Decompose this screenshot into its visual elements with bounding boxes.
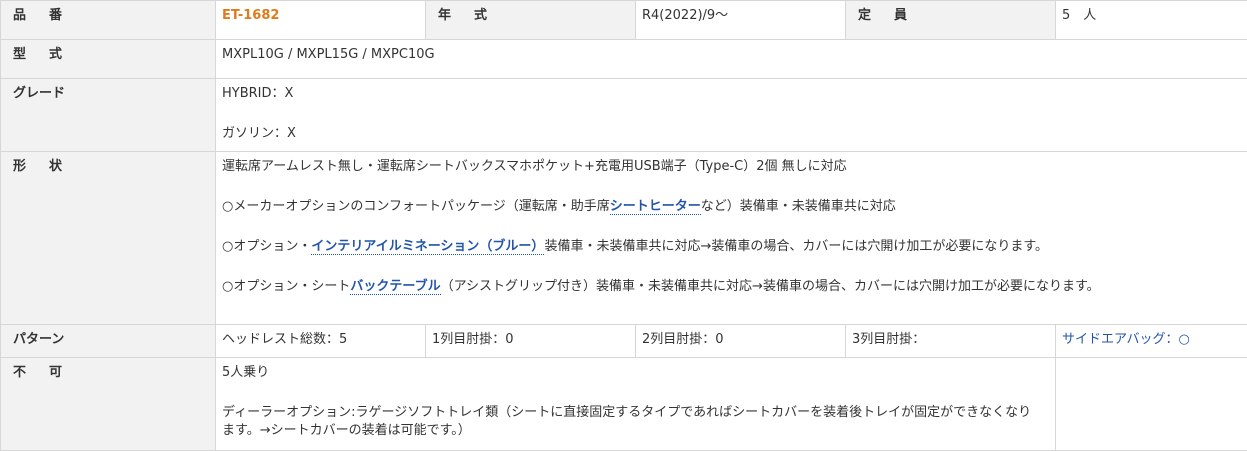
armrest-row3: 3列目肘掛： xyxy=(846,325,1056,358)
katashiki-value: MXPL10G / MXPL15G / MXPC10G xyxy=(216,40,1247,79)
teiin-value: 5 人 xyxy=(1056,1,1247,40)
keijou-line3: ○オプション・インテリアイルミネーション（ブルー）装備車・未装備車共に対応→装備… xyxy=(222,238,1241,256)
teiin-label-b: 員 xyxy=(894,8,907,23)
hinban-value: ET-1682 xyxy=(216,1,426,40)
hinban-label: 品番 xyxy=(1,1,216,40)
keijou-value: 運転席アームレスト無し・運転席シートバックスマホポケット+充電用USB端子（Ty… xyxy=(216,152,1247,325)
keijou-line4-pre: ○オプション・シート xyxy=(222,279,350,294)
keijou-label-a: 形 xyxy=(13,158,49,176)
keijou-line3-pre: ○オプション・ xyxy=(222,239,311,254)
keijou-label: 形状 xyxy=(1,152,216,325)
fuka-label-b: 可 xyxy=(49,365,62,380)
armrest-row2: 2列目肘掛：0 xyxy=(636,325,846,358)
pattern-label: パターン xyxy=(1,325,216,358)
teiin-label-a: 定 xyxy=(858,7,894,25)
teiin-label: 定員 xyxy=(846,1,1056,40)
nenshiki-value: R4(2022)/9～ xyxy=(636,1,846,40)
seat-heater-link[interactable]: シートヒーター xyxy=(610,199,701,215)
keijou-line4: ○オプション・シートバックテーブル（アシストグリップ付き）装備車・未装備車共に対… xyxy=(222,278,1241,296)
katashiki-label-b: 式 xyxy=(49,47,62,62)
katashiki-label: 型式 xyxy=(1,40,216,79)
back-table-link[interactable]: バックテーブル xyxy=(350,279,440,295)
hinban-label-b: 番 xyxy=(49,8,62,23)
side-airbag-label: サイドエアバッグ：○ xyxy=(1062,332,1190,347)
fuka-empty xyxy=(1056,358,1247,451)
keijou-line3-post: 装備車・未装備車共に対応→装備車の場合、カバーには穴開け加工が必要になります。 xyxy=(544,239,1048,254)
fuka-label-a: 不 xyxy=(13,364,49,382)
keijou-line2: ○メーカーオプションのコンフォートパッケージ（運転席・助手席シートヒーターなど）… xyxy=(222,198,1241,216)
keijou-line2-post: など）装備車・未装備車共に対応 xyxy=(701,199,896,214)
grade-gasoline: ガソリン：X xyxy=(222,125,1241,143)
product-code: ET-1682 xyxy=(222,8,279,23)
grade-hybrid: HYBRID：X xyxy=(222,85,1241,103)
armrest-row1: 1列目肘掛：0 xyxy=(426,325,636,358)
keijou-label-b: 状 xyxy=(49,159,62,174)
keijou-line1: 運転席アームレスト無し・運転席シートバックスマホポケット+充電用USB端子（Ty… xyxy=(222,158,1241,176)
grade-label: グレード xyxy=(1,79,216,152)
katashiki-label-a: 型 xyxy=(13,46,49,64)
fuka-value: 5人乗り ディーラーオプション:ラゲージソフトトレイ類（シートに直接固定するタイ… xyxy=(216,358,1056,451)
headrest-count: ヘッドレスト総数：5 xyxy=(216,325,426,358)
keijou-line4-post: （アシストグリップ付き）装備車・未装備車共に対応→装備車の場合、カバーには穴開け… xyxy=(441,279,1100,294)
grade-value: HYBRID：X ガソリン：X xyxy=(216,79,1247,152)
interior-illumination-link[interactable]: インテリアイルミネーション（ブルー） xyxy=(311,239,544,255)
fuka-line2: ディーラーオプション:ラゲージソフトトレイ類（シートに直接固定するタイプであれば… xyxy=(222,404,1041,440)
nenshiki-label-b: 式 xyxy=(474,8,487,23)
nenshiki-label: 年式 xyxy=(426,1,636,40)
fuka-line1: 5人乗り xyxy=(222,364,1041,382)
spec-table: 品番 ET-1682 年式 R4(2022)/9～ 定員 5 人 型式 MXPL… xyxy=(0,0,1247,451)
fuka-label: 不可 xyxy=(1,358,216,451)
nenshiki-label-a: 年 xyxy=(438,7,474,25)
side-airbag: サイドエアバッグ：○ xyxy=(1056,325,1247,358)
hinban-label-a: 品 xyxy=(13,7,49,25)
keijou-line2-pre: ○メーカーオプションのコンフォートパッケージ（運転席・助手席 xyxy=(222,199,610,214)
